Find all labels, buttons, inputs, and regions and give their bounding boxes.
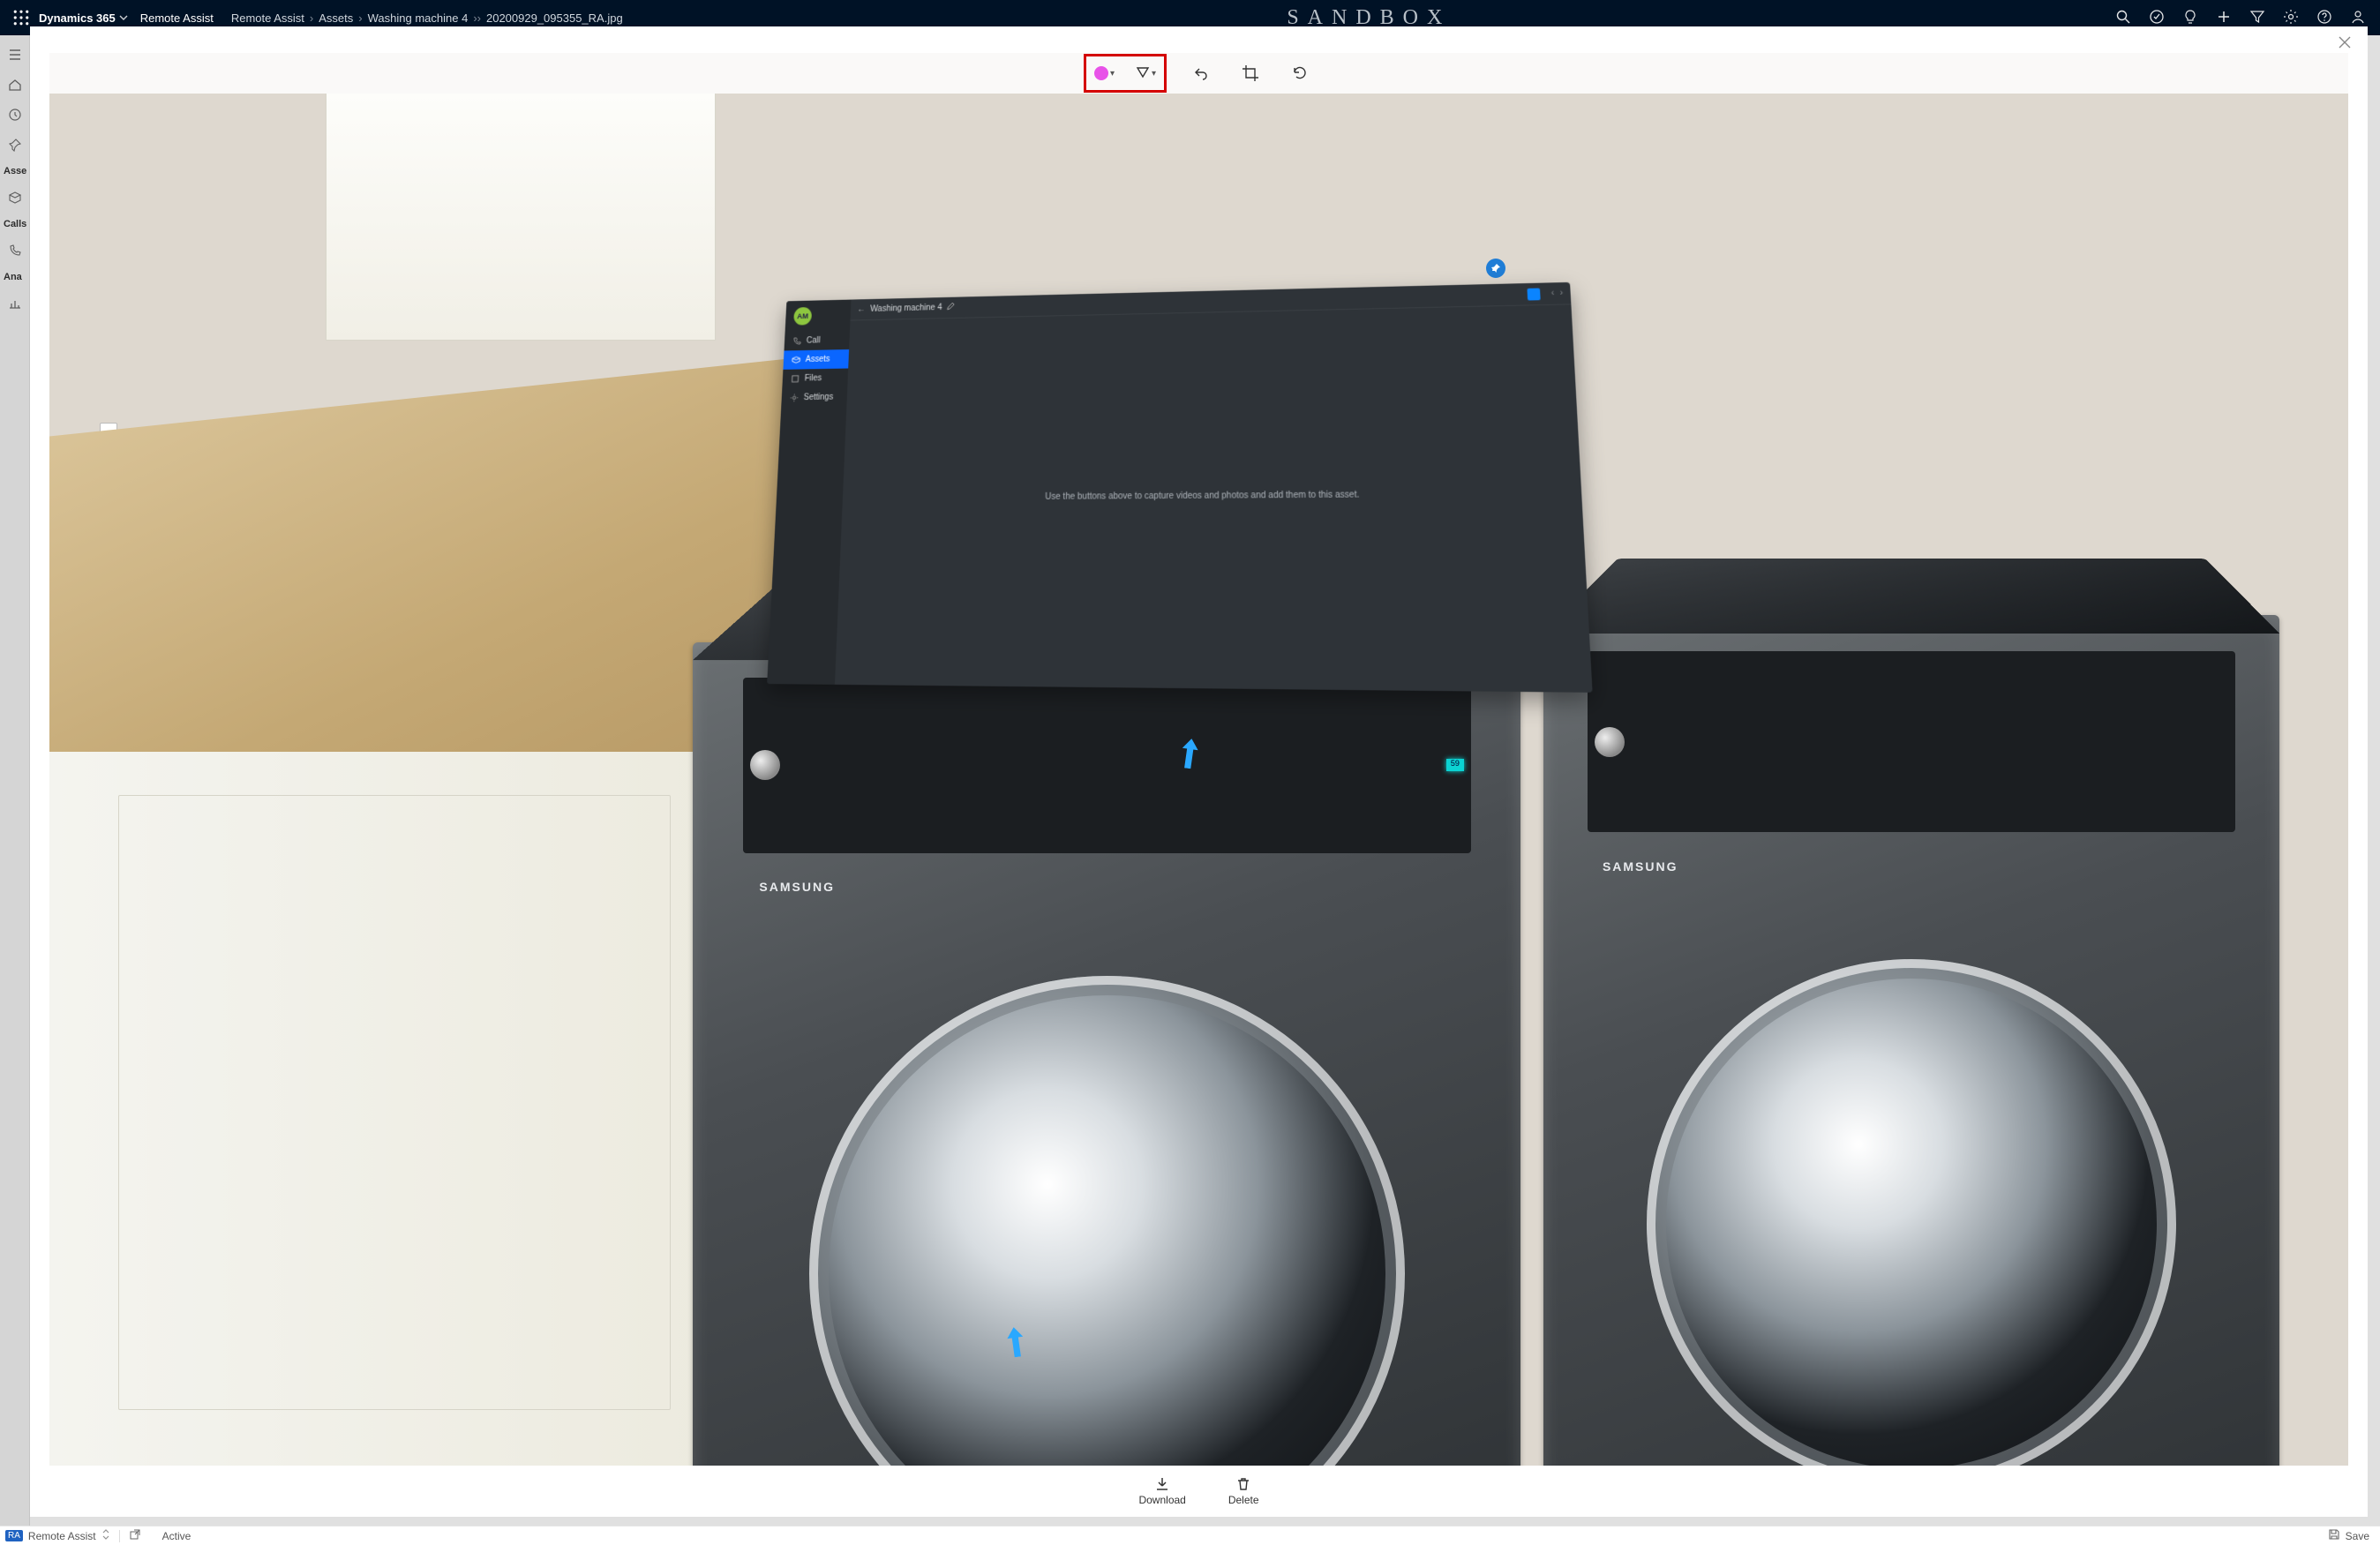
ar-nav-assets: Assets xyxy=(783,349,849,370)
ar-panel-title: Washing machine 4 xyxy=(870,303,942,313)
brand-label[interactable]: Dynamics 365 xyxy=(39,11,116,25)
filter-icon[interactable] xyxy=(2249,9,2265,27)
crumb-0[interactable]: Remote Assist xyxy=(231,11,304,25)
shape-tool[interactable]: ▾ xyxy=(1130,58,1160,88)
delete-label: Delete xyxy=(1228,1494,1259,1506)
dryer: SAMSUNG xyxy=(1543,615,2279,1466)
chevron-down-icon[interactable] xyxy=(119,11,128,25)
status-record-name[interactable]: Remote Assist xyxy=(28,1530,96,1542)
download-button[interactable]: Download xyxy=(1138,1476,1185,1506)
image-viewer-dialog: ▾ ▾ SAMSUNG xyxy=(30,26,2368,1517)
search-icon[interactable] xyxy=(2115,9,2131,27)
add-icon[interactable] xyxy=(2216,9,2232,27)
delete-button[interactable]: Delete xyxy=(1228,1476,1259,1506)
app-name[interactable]: Remote Assist xyxy=(140,11,214,25)
ink-color-swatch xyxy=(1094,66,1108,80)
save-label[interactable]: Save xyxy=(2346,1530,2369,1542)
crumb-1[interactable]: Assets xyxy=(319,11,353,25)
save-icon[interactable] xyxy=(2328,1528,2340,1543)
account-icon[interactable] xyxy=(2350,9,2366,27)
record-switcher-icon[interactable] xyxy=(101,1528,110,1543)
back-icon: ← xyxy=(857,304,866,313)
ar-nav-call: Call xyxy=(784,330,850,350)
chevron-right-icon: › xyxy=(1559,289,1563,298)
download-label: Download xyxy=(1138,1494,1185,1506)
viewer-action-bar: Download Delete xyxy=(49,1466,2348,1517)
capture-mode-icon xyxy=(1527,288,1540,300)
image-stage[interactable]: SAMSUNG 59 SAMSUNG xyxy=(49,94,2348,1466)
crop-button[interactable] xyxy=(1235,58,1265,88)
chevron-left-icon: ‹ xyxy=(1550,289,1554,298)
ar-overlay-panel: AM Call Assets Files Se xyxy=(767,282,1592,693)
breadcrumb: Remote Assist› Assets› Washing machine 4… xyxy=(231,11,623,25)
open-external-icon[interactable] xyxy=(129,1528,141,1543)
status-bar: RA Remote Assist Active Save xyxy=(0,1526,2380,1545)
callout-highlight: ▾ ▾ xyxy=(1084,54,1167,93)
close-icon[interactable] xyxy=(2338,35,2352,54)
app-launcher-icon[interactable] xyxy=(7,10,35,26)
washer: 59 SAMSUNG xyxy=(693,642,1520,1466)
ar-panel-hint: Use the buttons above to capture videos … xyxy=(835,304,1592,692)
app-badge: RA xyxy=(5,1530,23,1541)
chevron-down-icon: ▾ xyxy=(1110,69,1115,79)
undo-button[interactable] xyxy=(1186,58,1216,88)
help-icon[interactable] xyxy=(2316,9,2332,27)
rotate-button[interactable] xyxy=(1285,58,1315,88)
appliance-brand: SAMSUNG xyxy=(1603,859,1678,874)
ink-color-picker[interactable]: ▾ xyxy=(1090,58,1120,88)
crumb-2[interactable]: Washing machine 4 xyxy=(368,11,469,25)
avatar: AM xyxy=(793,307,812,326)
ar-pin-icon xyxy=(1486,259,1505,278)
annotation-toolbar: ▾ ▾ xyxy=(49,53,2348,94)
appliance-brand: SAMSUNG xyxy=(759,880,835,894)
gear-icon[interactable] xyxy=(2283,9,2299,27)
washer-display: 59 xyxy=(1446,759,1464,771)
ar-nav-settings: Settings xyxy=(781,387,847,408)
captured-photo: SAMSUNG 59 SAMSUNG xyxy=(49,94,2348,1466)
chevron-down-icon: ▾ xyxy=(1152,69,1156,79)
edit-icon xyxy=(946,302,955,312)
task-icon[interactable] xyxy=(2149,9,2165,27)
lightbulb-icon[interactable] xyxy=(2182,9,2198,27)
ar-nav-files: Files xyxy=(782,368,848,388)
status-state: Active xyxy=(162,1530,191,1542)
crumb-3[interactable]: 20200929_095355_RA.jpg xyxy=(486,11,623,25)
